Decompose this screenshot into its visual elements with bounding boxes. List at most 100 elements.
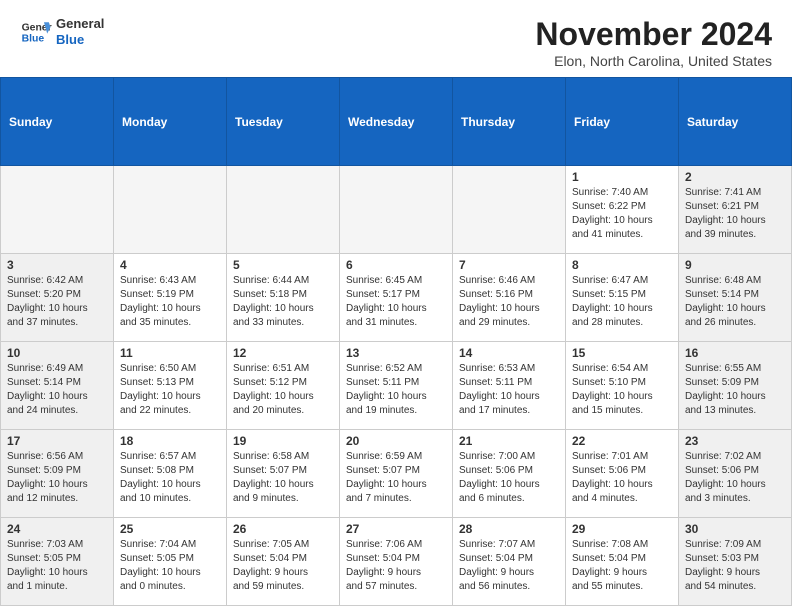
logo-icon: General Blue bbox=[20, 16, 52, 48]
day-info: Sunrise: 7:08 AM Sunset: 5:04 PM Dayligh… bbox=[572, 538, 672, 594]
calendar-week-row: 24 Sunrise: 7:03 AM Sunset: 5:05 PM Dayli… bbox=[1, 518, 792, 606]
day-info: Sunrise: 6:52 AM Sunset: 5:11 PM Dayligh… bbox=[346, 362, 446, 418]
calendar-cell: 21 Sunrise: 7:00 AM Sunset: 5:06 PM Dayli… bbox=[453, 430, 566, 518]
day-info: Sunrise: 6:53 AM Sunset: 5:11 PM Dayligh… bbox=[459, 362, 559, 418]
weekday-header-row: SundayMondayTuesdayWednesdayThursdayFrid… bbox=[1, 78, 792, 166]
day-number: 25 bbox=[120, 522, 220, 536]
calendar-week-row: 17 Sunrise: 6:56 AM Sunset: 5:09 PM Dayli… bbox=[1, 430, 792, 518]
calendar-table: SundayMondayTuesdayWednesdayThursdayFrid… bbox=[0, 77, 792, 606]
calendar-cell: 9Sunrise: 6:48 AM Sunset: 5:14 PM Daylig… bbox=[679, 254, 792, 342]
calendar-cell bbox=[1, 166, 114, 254]
day-info: Sunrise: 7:03 AM Sunset: 5:05 PM Dayligh… bbox=[7, 538, 107, 594]
svg-text:Blue: Blue bbox=[22, 34, 45, 45]
calendar-cell: 29 Sunrise: 7:08 AM Sunset: 5:04 PM Dayli… bbox=[566, 518, 679, 606]
day-number: 20 bbox=[346, 434, 446, 448]
weekday-header: Sunday bbox=[1, 78, 114, 166]
day-info: Sunrise: 7:04 AM Sunset: 5:05 PM Dayligh… bbox=[120, 538, 220, 594]
day-number: 11 bbox=[120, 346, 220, 360]
calendar-cell: 20 Sunrise: 6:59 AM Sunset: 5:07 PM Dayli… bbox=[340, 430, 453, 518]
day-number: 19 bbox=[233, 434, 333, 448]
day-info: Sunrise: 6:55 AM Sunset: 5:09 PM Dayligh… bbox=[685, 362, 785, 418]
calendar-week-row: 3Sunrise: 6:42 AM Sunset: 5:20 PM Daylig… bbox=[1, 254, 792, 342]
calendar-cell: 15 Sunrise: 6:54 AM Sunset: 5:10 PM Dayli… bbox=[566, 342, 679, 430]
calendar-cell: 14 Sunrise: 6:53 AM Sunset: 5:11 PM Dayli… bbox=[453, 342, 566, 430]
day-number: 24 bbox=[7, 522, 107, 536]
calendar-cell: 3Sunrise: 6:42 AM Sunset: 5:20 PM Daylig… bbox=[1, 254, 114, 342]
day-number: 16 bbox=[685, 346, 785, 360]
calendar-week-row: 10 Sunrise: 6:49 AM Sunset: 5:14 PM Dayli… bbox=[1, 342, 792, 430]
weekday-header: Saturday bbox=[679, 78, 792, 166]
day-info: Sunrise: 6:50 AM Sunset: 5:13 PM Dayligh… bbox=[120, 362, 220, 418]
day-number: 29 bbox=[572, 522, 672, 536]
day-info: Sunrise: 6:49 AM Sunset: 5:14 PM Dayligh… bbox=[7, 362, 107, 418]
day-info: Sunrise: 7:02 AM Sunset: 5:06 PM Dayligh… bbox=[685, 450, 785, 506]
logo-general: General bbox=[56, 16, 104, 32]
calendar-cell: 6 Sunrise: 6:45 AM Sunset: 5:17 PM Daylig… bbox=[340, 254, 453, 342]
month-title: November 2024 bbox=[535, 16, 772, 53]
day-info: Sunrise: 7:41 AM Sunset: 6:21 PM Dayligh… bbox=[685, 186, 785, 242]
calendar-cell bbox=[114, 166, 227, 254]
calendar-cell: 28Sunrise: 7:07 AM Sunset: 5:04 PM Dayli… bbox=[453, 518, 566, 606]
calendar-cell: 30 Sunrise: 7:09 AM Sunset: 5:03 PM Dayli… bbox=[679, 518, 792, 606]
day-number: 15 bbox=[572, 346, 672, 360]
day-number: 30 bbox=[685, 522, 785, 536]
weekday-header: Monday bbox=[114, 78, 227, 166]
weekday-header: Tuesday bbox=[227, 78, 340, 166]
day-number: 13 bbox=[346, 346, 446, 360]
calendar-cell: 26 Sunrise: 7:05 AM Sunset: 5:04 PM Dayli… bbox=[227, 518, 340, 606]
page-header: General Blue General Blue November 2024 … bbox=[0, 0, 792, 77]
calendar-cell: 27Sunrise: 7:06 AM Sunset: 5:04 PM Dayli… bbox=[340, 518, 453, 606]
day-number: 1 bbox=[572, 170, 672, 184]
calendar-cell: 13 Sunrise: 6:52 AM Sunset: 5:11 PM Dayli… bbox=[340, 342, 453, 430]
day-info: Sunrise: 6:43 AM Sunset: 5:19 PM Dayligh… bbox=[120, 274, 220, 330]
calendar-cell: 22 Sunrise: 7:01 AM Sunset: 5:06 PM Dayli… bbox=[566, 430, 679, 518]
calendar-cell: 17 Sunrise: 6:56 AM Sunset: 5:09 PM Dayli… bbox=[1, 430, 114, 518]
day-info: Sunrise: 6:56 AM Sunset: 5:09 PM Dayligh… bbox=[7, 450, 107, 506]
day-number: 26 bbox=[233, 522, 333, 536]
day-info: Sunrise: 7:01 AM Sunset: 5:06 PM Dayligh… bbox=[572, 450, 672, 506]
logo-blue: Blue bbox=[56, 32, 104, 48]
calendar-cell: 1 Sunrise: 7:40 AM Sunset: 6:22 PM Daylig… bbox=[566, 166, 679, 254]
day-info: Sunrise: 6:45 AM Sunset: 5:17 PM Dayligh… bbox=[346, 274, 446, 330]
calendar-cell: 4 Sunrise: 6:43 AM Sunset: 5:19 PM Daylig… bbox=[114, 254, 227, 342]
day-info: Sunrise: 7:05 AM Sunset: 5:04 PM Dayligh… bbox=[233, 538, 333, 594]
day-info: Sunrise: 6:57 AM Sunset: 5:08 PM Dayligh… bbox=[120, 450, 220, 506]
calendar-cell: 11 Sunrise: 6:50 AM Sunset: 5:13 PM Dayli… bbox=[114, 342, 227, 430]
day-info: Sunrise: 7:00 AM Sunset: 5:06 PM Dayligh… bbox=[459, 450, 559, 506]
day-number: 14 bbox=[459, 346, 559, 360]
day-number: 4 bbox=[120, 258, 220, 272]
calendar-cell: 8Sunrise: 6:47 AM Sunset: 5:15 PM Daylig… bbox=[566, 254, 679, 342]
day-number: 22 bbox=[572, 434, 672, 448]
day-info: Sunrise: 7:40 AM Sunset: 6:22 PM Dayligh… bbox=[572, 186, 672, 242]
day-number: 2 bbox=[685, 170, 785, 184]
calendar-cell: 5Sunrise: 6:44 AM Sunset: 5:18 PM Daylig… bbox=[227, 254, 340, 342]
logo-text: General Blue bbox=[56, 16, 104, 47]
day-info: Sunrise: 6:44 AM Sunset: 5:18 PM Dayligh… bbox=[233, 274, 333, 330]
day-number: 12 bbox=[233, 346, 333, 360]
day-number: 9 bbox=[685, 258, 785, 272]
calendar-cell: 7Sunrise: 6:46 AM Sunset: 5:16 PM Daylig… bbox=[453, 254, 566, 342]
calendar-cell: 2 Sunrise: 7:41 AM Sunset: 6:21 PM Daylig… bbox=[679, 166, 792, 254]
day-info: Sunrise: 7:07 AM Sunset: 5:04 PM Dayligh… bbox=[459, 538, 559, 594]
calendar-cell: 24 Sunrise: 7:03 AM Sunset: 5:05 PM Dayli… bbox=[1, 518, 114, 606]
day-info: Sunrise: 6:47 AM Sunset: 5:15 PM Dayligh… bbox=[572, 274, 672, 330]
day-number: 27 bbox=[346, 522, 446, 536]
day-number: 21 bbox=[459, 434, 559, 448]
day-number: 6 bbox=[346, 258, 446, 272]
day-number: 18 bbox=[120, 434, 220, 448]
calendar-cell bbox=[453, 166, 566, 254]
day-info: Sunrise: 6:46 AM Sunset: 5:16 PM Dayligh… bbox=[459, 274, 559, 330]
calendar-cell bbox=[340, 166, 453, 254]
day-info: Sunrise: 6:59 AM Sunset: 5:07 PM Dayligh… bbox=[346, 450, 446, 506]
day-number: 10 bbox=[7, 346, 107, 360]
calendar-cell: 25 Sunrise: 7:04 AM Sunset: 5:05 PM Dayli… bbox=[114, 518, 227, 606]
day-info: Sunrise: 6:58 AM Sunset: 5:07 PM Dayligh… bbox=[233, 450, 333, 506]
day-number: 17 bbox=[7, 434, 107, 448]
calendar-cell: 23 Sunrise: 7:02 AM Sunset: 5:06 PM Dayli… bbox=[679, 430, 792, 518]
calendar-cell: 10 Sunrise: 6:49 AM Sunset: 5:14 PM Dayli… bbox=[1, 342, 114, 430]
day-info: Sunrise: 6:54 AM Sunset: 5:10 PM Dayligh… bbox=[572, 362, 672, 418]
day-number: 23 bbox=[685, 434, 785, 448]
day-number: 3 bbox=[7, 258, 107, 272]
day-info: Sunrise: 7:09 AM Sunset: 5:03 PM Dayligh… bbox=[685, 538, 785, 594]
logo: General Blue General Blue bbox=[20, 16, 104, 48]
